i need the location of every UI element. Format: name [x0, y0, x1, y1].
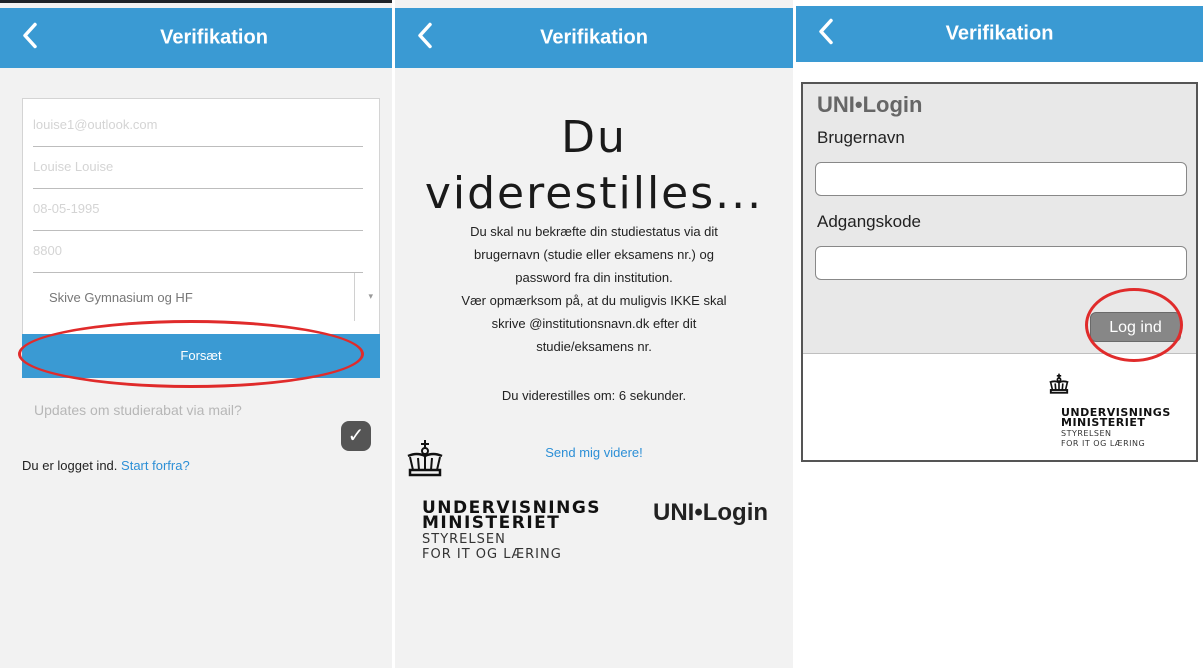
crown-logo-icon	[1047, 372, 1071, 401]
email-field-row	[33, 105, 363, 147]
school-select[interactable]: Skive Gymnasium og HF ▾	[33, 273, 385, 321]
password-label: Adgangskode	[817, 212, 921, 231]
chevron-down-icon: ▾	[368, 291, 373, 301]
login-fields-area: UNI•Login Brugernavn Adgangskode Log ind	[803, 84, 1196, 362]
instruction-line: Du skal nu bekræfte din studiestatus via…	[470, 224, 718, 239]
agency-line-2: FOR IT OG LÆRING	[422, 547, 562, 562]
birthdate-field-row	[33, 189, 363, 231]
ministry-name-line-2: MINISTERIET	[1061, 416, 1146, 429]
password-input[interactable]	[815, 246, 1187, 280]
username-label: Brugernavn	[817, 128, 905, 147]
send-me-link[interactable]: Send mig videre!	[395, 445, 793, 460]
name-field-row	[33, 147, 363, 189]
updates-checkbox[interactable]: ✓	[341, 421, 371, 451]
navigation-bar: Verifikation	[0, 8, 392, 68]
username-input[interactable]	[815, 162, 1187, 196]
redirect-heading-line-2: viderestilles...	[424, 168, 764, 219]
status-bar-edge	[0, 0, 392, 3]
birthdate-field[interactable]	[33, 201, 363, 216]
continue-button[interactable]: Forsæt	[22, 334, 380, 378]
ministry-name-line-2: MINISTERIET	[422, 513, 561, 533]
countdown-text: Du viderestilles om: 6 sekunder.	[501, 388, 687, 403]
verification-form-screen: Verifikation Skive Gymnasium og HF ▾ For…	[0, 0, 392, 668]
instruction-line: skrive @institutionsnavn.dk efter dit	[491, 316, 697, 331]
navigation-bar: Verifikation	[796, 6, 1203, 62]
page-title: Verifikation	[160, 26, 268, 49]
logged-in-text: Du er logget ind.	[22, 458, 118, 473]
unilogin-screen: Verifikation UNI•Login Brugernavn Adgang…	[796, 0, 1203, 668]
agency-line-1: STYRELSEN	[422, 532, 506, 547]
login-status: Du er logget ind. Start forfra?	[22, 458, 190, 473]
instruction-line: studie/eksamens nr.	[536, 339, 652, 354]
navigation-bar: Verifikation	[395, 8, 793, 68]
postal-code-field-row	[33, 231, 363, 273]
email-field[interactable]	[33, 117, 363, 132]
login-button[interactable]: Log ind	[1090, 312, 1181, 342]
updates-label: Updates om studierabat via mail?	[34, 402, 242, 418]
agency-line-2: FOR IT OG LÆRING	[1061, 439, 1146, 448]
redirect-heading-line-1: Du	[561, 112, 627, 163]
signup-form: Skive Gymnasium og HF ▾	[22, 98, 380, 334]
crown-logo-icon	[403, 438, 447, 485]
page-title: Verifikation	[540, 26, 648, 49]
school-select-value: Skive Gymnasium og HF	[49, 290, 193, 305]
instruction-line: password fra din institution.	[515, 270, 673, 285]
restart-link[interactable]: Start forfra?	[121, 458, 190, 473]
page-title: Verifikation	[945, 22, 1054, 45]
name-field[interactable]	[33, 159, 363, 174]
redirect-instructions: Du skal nu bekræfte din studiestatus via…	[405, 220, 783, 358]
checkmark-icon: ✓	[347, 425, 365, 447]
redirect-screen: Verifikation Du viderestilles... Du skal…	[395, 0, 793, 668]
unilogin-form: UNI•Login Brugernavn Adgangskode Log ind…	[801, 82, 1198, 462]
instruction-line: brugernavn (studie eller eksamens nr.) o…	[474, 247, 714, 262]
unilogin-logo: UNI•Login	[817, 92, 923, 117]
agency-line-1: STYRELSEN	[1061, 429, 1112, 438]
postal-code-field[interactable]	[33, 243, 363, 258]
ministry-logo: UNDERVISNINGS MINISTERIET STYRELSEN FOR …	[1061, 407, 1171, 448]
ministry-logo: UNDERVISNINGS MINISTERIET STYRELSEN FOR …	[422, 500, 601, 562]
unilogin-logo: UNI•Login	[653, 499, 769, 526]
instruction-line: Vær opmærksom på, at du muligvis IKKE sk…	[461, 293, 727, 308]
select-divider	[354, 273, 355, 321]
